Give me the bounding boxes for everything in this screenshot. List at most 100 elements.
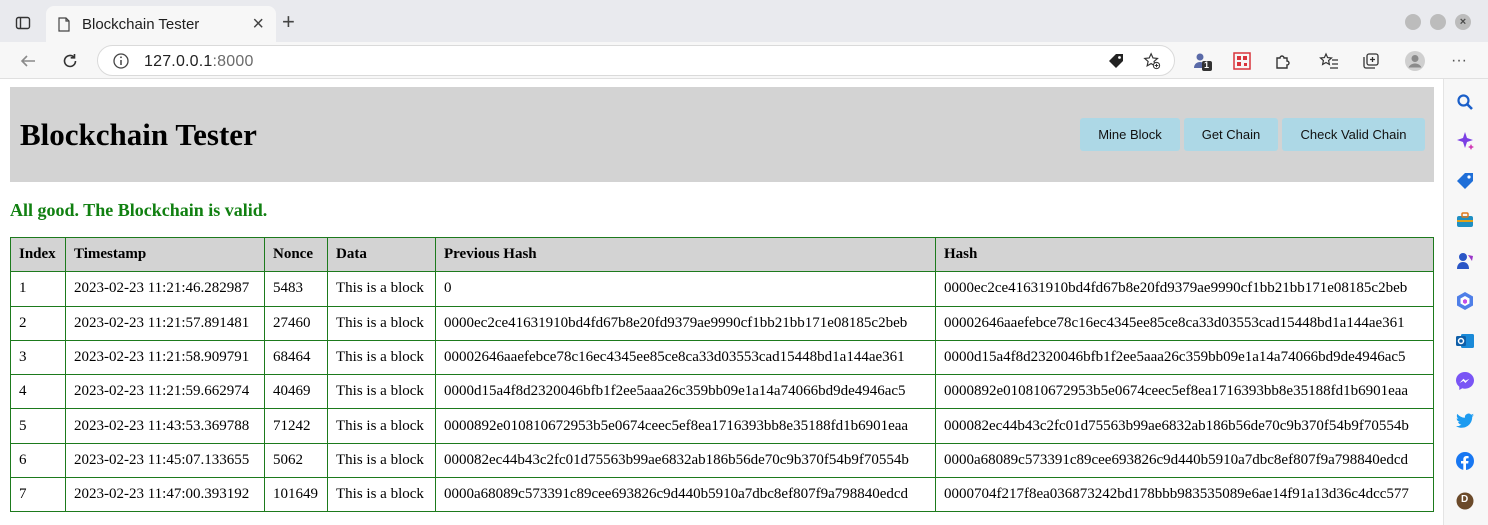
table-row: 4 2023-02-23 11:21:59.662974 40469 This is … xyxy=(10,374,1434,410)
cell-data: This is a block xyxy=(327,442,436,479)
page-title: Blockchain Tester xyxy=(20,117,257,152)
browser-toolbar: 127.0.0.1:8000 1 ··· xyxy=(0,42,1488,79)
cell-hash: 0000a68089c573391c89cee693826c9d440b5910… xyxy=(935,442,1434,479)
search-icon[interactable] xyxy=(1455,92,1475,112)
cell-timestamp: 2023-02-23 11:47:00.393192 xyxy=(65,477,265,513)
column-header: Hash xyxy=(935,236,1434,273)
check-valid-chain-button[interactable]: Check Valid Chain xyxy=(1282,118,1425,151)
table-row: 7 2023-02-23 11:47:00.393192 101649 This is… xyxy=(10,477,1434,513)
outlook-icon[interactable] xyxy=(1455,331,1475,351)
cell-nonce: 27460 xyxy=(264,305,328,341)
maximize-button[interactable] xyxy=(1430,14,1446,30)
cell-hash: 00002646aaefebce78c16ec4345ee85ce8ca33d0… xyxy=(935,305,1434,341)
puzzle-icon[interactable] xyxy=(1272,50,1294,72)
edge-sidebar: D xyxy=(1443,79,1488,525)
active-tab[interactable]: Blockchain Tester × xyxy=(46,6,276,42)
new-tab-button[interactable]: + xyxy=(282,11,295,33)
table-row: 1 2023-02-23 11:21:46.282987 5483 This is a… xyxy=(10,271,1434,307)
tab-actions-icon[interactable] xyxy=(14,14,32,32)
cell-hash: 0000704f217f8ea036873242bd178bbb98353508… xyxy=(935,477,1434,513)
cell-data: This is a block xyxy=(327,271,436,307)
tools-icon[interactable] xyxy=(1455,210,1475,230)
m365-icon[interactable] xyxy=(1455,291,1475,311)
tag-icon[interactable] xyxy=(1107,52,1125,70)
cell-previous-hash: 00002646aaefebce78c16ec4345ee85ce8ca33d0… xyxy=(435,339,936,376)
table-row: 5 2023-02-23 11:43:53.369788 71242 This is … xyxy=(10,408,1434,444)
table-header-row: Index Timestamp Nonce Data Previous Hash… xyxy=(10,236,1434,273)
blockchain-table: Index Timestamp Nonce Data Previous Hash… xyxy=(10,236,1434,513)
favorite-add-icon[interactable] xyxy=(1143,52,1161,70)
cell-hash: 000082ec44b43c2fc01d75563b99ae6832ab186b… xyxy=(935,408,1434,444)
cell-index: 7 xyxy=(10,477,66,513)
cell-index: 4 xyxy=(10,374,66,410)
cell-hash: 0000ec2ce41631910bd4fd67b8e20fd9379ae999… xyxy=(935,271,1434,307)
shopping-icon[interactable] xyxy=(1455,171,1475,191)
column-header: Timestamp xyxy=(65,236,265,273)
tab-strip: Blockchain Tester × + × xyxy=(0,0,1488,42)
column-header: Previous Hash xyxy=(435,236,936,273)
copilot-icon[interactable] xyxy=(1455,131,1475,151)
cell-timestamp: 2023-02-23 11:21:58.909791 xyxy=(65,339,265,376)
close-window-button[interactable]: × xyxy=(1455,14,1471,30)
minimize-button[interactable] xyxy=(1405,14,1421,30)
cell-index: 3 xyxy=(10,339,66,376)
get-chain-button[interactable]: Get Chain xyxy=(1184,118,1278,151)
back-icon[interactable] xyxy=(17,50,39,72)
validity-status: All good. The Blockchain is valid. xyxy=(10,200,268,220)
table-row: 6 2023-02-23 11:45:07.133655 5062 This is a… xyxy=(10,442,1434,479)
cell-data: This is a block xyxy=(327,339,436,376)
cell-index: 5 xyxy=(10,408,66,444)
messenger-icon[interactable] xyxy=(1455,371,1475,391)
close-tab-icon[interactable]: × xyxy=(252,14,264,34)
info-icon[interactable] xyxy=(112,52,130,70)
cell-timestamp: 2023-02-23 11:45:07.133655 xyxy=(65,442,265,479)
cell-timestamp: 2023-02-23 11:21:59.662974 xyxy=(65,374,265,410)
url-port: :8000 xyxy=(212,53,254,70)
qr-icon[interactable] xyxy=(1231,50,1253,72)
page-content: Blockchain Tester Mine Block Get Chain C… xyxy=(0,79,1443,525)
profile-d-icon[interactable]: D xyxy=(1455,491,1475,511)
profile-d-letter: D xyxy=(1461,494,1469,505)
cell-previous-hash: 0000d15a4f8d2320046bfb1f2ee5aaa26c359bb0… xyxy=(435,374,936,410)
games-icon[interactable] xyxy=(1455,251,1475,271)
cell-data: This is a block xyxy=(327,305,436,341)
cell-data: This is a block xyxy=(327,374,436,410)
address-bar[interactable]: 127.0.0.1:8000 xyxy=(97,45,1175,76)
url-text[interactable]: 127.0.0.1:8000 xyxy=(144,53,254,71)
cell-hash: 0000892e010810672953b5e0674ceec5ef8ea171… xyxy=(935,374,1434,410)
cell-data: This is a block xyxy=(327,477,436,513)
cell-timestamp: 2023-02-23 11:43:53.369788 xyxy=(65,408,265,444)
twitter-icon[interactable] xyxy=(1455,411,1475,431)
table-body: 1 2023-02-23 11:21:46.282987 5483 This is a… xyxy=(10,271,1434,513)
cell-nonce: 40469 xyxy=(264,374,328,410)
cell-data: This is a block xyxy=(327,408,436,444)
cell-previous-hash: 0000a68089c573391c89cee693826c9d440b5910… xyxy=(435,477,936,513)
cell-index: 6 xyxy=(10,442,66,479)
cell-nonce: 71242 xyxy=(264,408,328,444)
cell-previous-hash: 0 xyxy=(435,271,936,307)
cell-nonce: 68464 xyxy=(264,339,328,376)
page-header: Blockchain Tester Mine Block Get Chain C… xyxy=(10,87,1434,182)
cell-hash: 0000d15a4f8d2320046bfb1f2ee5aaa26c359bb0… xyxy=(935,339,1434,376)
menu-icon[interactable]: ··· xyxy=(1448,50,1470,72)
cell-previous-hash: 0000892e010810672953b5e0674ceec5ef8ea171… xyxy=(435,408,936,444)
page-icon xyxy=(58,16,72,32)
cell-previous-hash: 0000ec2ce41631910bd4fd67b8e20fd9379ae999… xyxy=(435,305,936,341)
collections-icon[interactable] xyxy=(1360,50,1382,72)
facebook-icon[interactable] xyxy=(1455,451,1475,471)
column-header: Data xyxy=(327,236,436,273)
profile-icon[interactable] xyxy=(1404,50,1426,72)
reload-icon[interactable] xyxy=(59,50,81,72)
table-row: 2 2023-02-23 11:21:57.891481 27460 This is … xyxy=(10,305,1434,341)
mine-block-button[interactable]: Mine Block xyxy=(1080,118,1180,151)
column-header: Nonce xyxy=(264,236,328,273)
extension-badge-icon[interactable]: 1 xyxy=(1191,50,1213,72)
cell-nonce: 5483 xyxy=(264,271,328,307)
cell-nonce: 101649 xyxy=(264,477,328,513)
cell-nonce: 5062 xyxy=(264,442,328,479)
cell-timestamp: 2023-02-23 11:21:46.282987 xyxy=(65,271,265,307)
cell-index: 1 xyxy=(10,271,66,307)
cell-previous-hash: 000082ec44b43c2fc01d75563b99ae6832ab186b… xyxy=(435,442,936,479)
table-row: 3 2023-02-23 11:21:58.909791 68464 This is … xyxy=(10,339,1434,376)
favorites-icon[interactable] xyxy=(1318,50,1340,72)
